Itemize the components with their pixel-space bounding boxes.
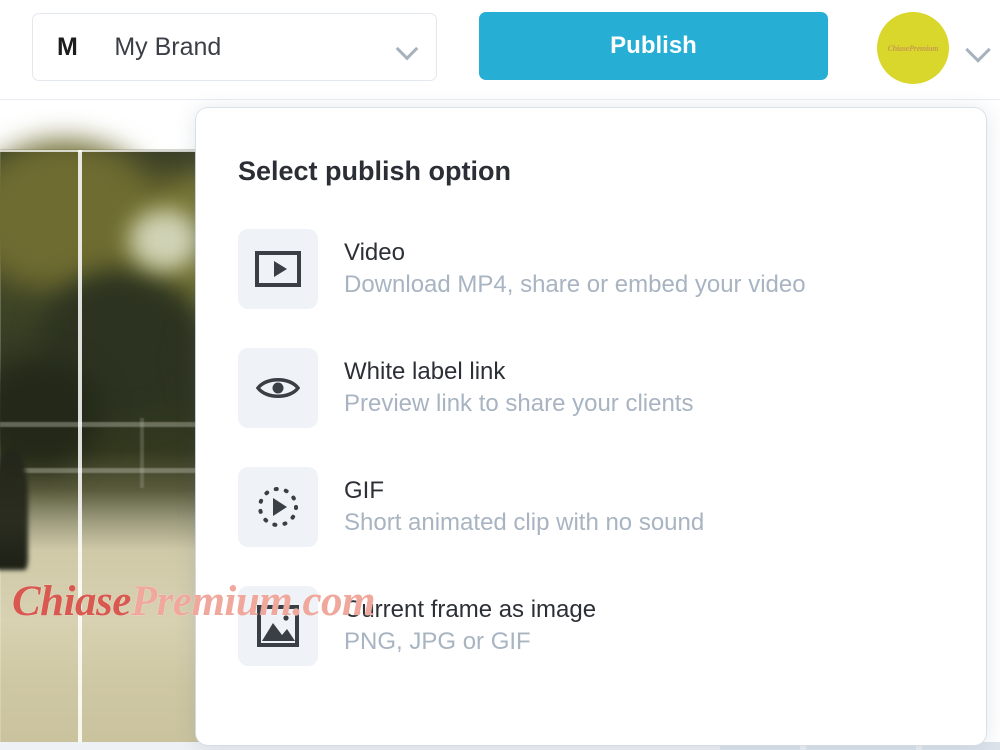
dashed-circle-play-icon [238, 466, 318, 547]
option-title: GIF [344, 476, 384, 504]
video-subject-person [0, 450, 28, 570]
chevron-down-icon[interactable] [965, 35, 991, 61]
publish-option-white-label-link[interactable]: White label link Preview link to share y… [196, 328, 986, 447]
brand-selector[interactable]: M My Brand [32, 13, 437, 81]
publish-button[interactable]: Publish [479, 12, 828, 80]
panel-title: Select publish option [238, 156, 512, 186]
option-subtitle: Short animated clip with no sound [344, 508, 705, 536]
top-toolbar: M My Brand Publish ChiasePremium [0, 0, 1000, 100]
option-title: White label link [344, 357, 506, 385]
video-split-handle[interactable] [78, 150, 82, 750]
option-subtitle: PNG, JPG or GIF [344, 627, 531, 655]
chevron-down-icon [396, 36, 418, 58]
publish-option-video-text: Video Download MP4, share or embed your … [344, 239, 806, 298]
publish-option-white-label-link-text: White label link Preview link to share y… [344, 358, 693, 417]
publish-options-panel: Select publish option Video Download MP4… [196, 108, 986, 745]
publish-option-current-frame-text: Current frame as image PNG, JPG or GIF [344, 596, 596, 655]
option-title: Video [344, 238, 405, 266]
option-subtitle: Preview link to share your clients [344, 389, 694, 417]
publish-option-gif-text: GIF Short animated clip with no sound [344, 477, 704, 536]
avatar-watermark-text: ChiasePremium [887, 43, 939, 53]
video-frame-play-icon [238, 228, 318, 309]
option-subtitle: Download MP4, share or embed your video [344, 270, 806, 298]
brand-initial: M [57, 32, 79, 61]
option-title: Current frame as image [344, 595, 597, 623]
image-mountain-icon [238, 585, 318, 666]
account-menu[interactable]: ChiasePremium [877, 12, 991, 84]
avatar[interactable]: ChiasePremium [877, 12, 949, 84]
publish-option-current-frame[interactable]: Current frame as image PNG, JPG or GIF [196, 566, 986, 685]
publish-option-gif[interactable]: GIF Short animated clip with no sound [196, 447, 986, 566]
publish-options-list: Video Download MP4, share or embed your … [196, 209, 986, 685]
publish-option-video[interactable]: Video Download MP4, share or embed your … [196, 209, 986, 328]
brand-name: My Brand [114, 32, 222, 61]
eye-icon [238, 347, 318, 428]
